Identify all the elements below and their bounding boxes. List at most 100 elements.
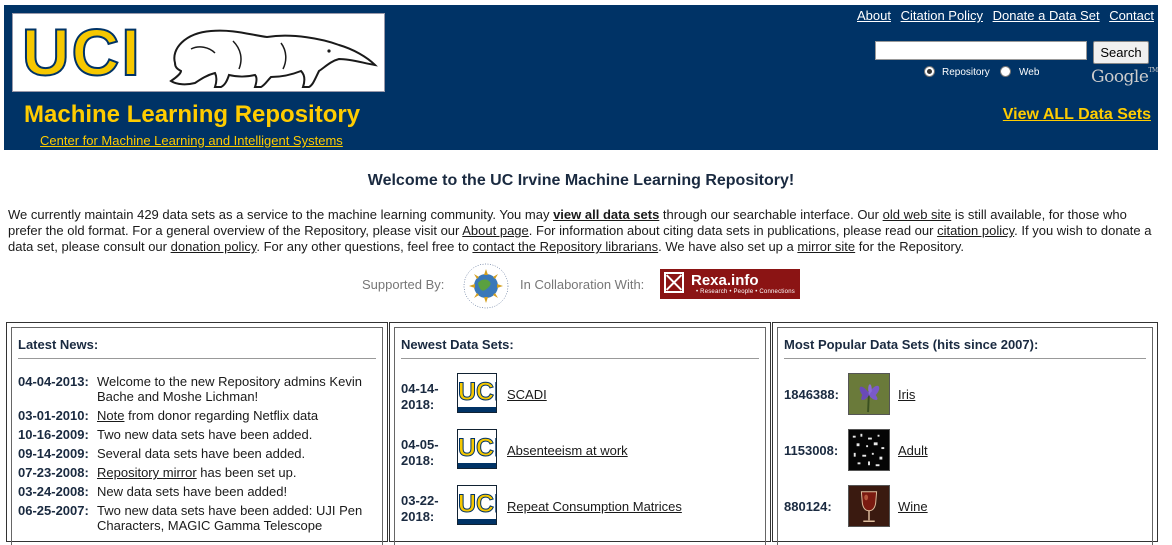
donate-link[interactable]: Donate a Data Set <box>993 8 1100 23</box>
view-all-data-sets-link[interactable]: view all data sets <box>553 207 659 222</box>
hit-count: 1846388: <box>784 387 839 402</box>
iris-flower-icon[interactable] <box>848 373 890 415</box>
panel-inner: Latest News: 04-04-2013: Welcome to the … <box>11 327 383 545</box>
uci-logo-text: UCI <box>21 15 142 89</box>
top-nav: About Citation Policy Donate a Data Set … <box>851 8 1154 23</box>
thumb-text: UCI <box>458 434 497 463</box>
news-text: from donor regarding Netflix data <box>124 408 319 423</box>
uci-thumbnail-icon[interactable]: UCI <box>457 429 497 469</box>
collaboration-label: In Collaboration With: <box>520 277 645 292</box>
panel-title: Most Popular Data Sets (hits since 2007)… <box>784 337 1039 352</box>
welcome-heading: Welcome to the UC Irvine Machine Learnin… <box>367 172 795 189</box>
supported-by-label: Supported By: <box>362 277 445 292</box>
google-logo-text: Google <box>1091 67 1149 87</box>
contact-link[interactable]: Contact <box>1109 8 1154 23</box>
repository-mirror-link[interactable]: Repository mirror <box>97 465 197 480</box>
popular-datasets-panel: Most Popular Data Sets (hits since 2007)… <box>772 322 1158 545</box>
search-input[interactable] <box>875 41 1087 60</box>
citation-policy-inline-link[interactable]: citation policy <box>937 223 1014 238</box>
newest-datasets-panel: Newest Data Sets: 04-14-2018: UCI SCADI … <box>389 322 771 545</box>
site-title: Machine Learning Repository <box>24 101 361 128</box>
citation-policy-link[interactable]: Citation Policy <box>901 8 983 23</box>
thumb-bar <box>458 407 496 412</box>
dataset-link[interactable]: Wine <box>898 499 928 514</box>
popular-row: 1153008: Adult <box>784 429 1144 473</box>
about-link[interactable]: About <box>857 8 891 23</box>
intro-text: We currently maintain 429 data sets as a… <box>8 207 554 222</box>
divider <box>18 358 376 359</box>
radio-repository[interactable] <box>924 66 935 77</box>
news-text: has been set up. <box>196 465 297 480</box>
panel-title: Latest News: <box>18 337 99 352</box>
dataset-link[interactable]: SCADI <box>507 387 547 402</box>
radio-web-label: Web <box>1019 67 1040 78</box>
google-logo: GoogleTM <box>1091 67 1158 87</box>
intro-text: . For information about citing data sets… <box>528 223 938 238</box>
dataset-row: 03-22-2018: UCI Repeat Consumption Matri… <box>401 485 761 529</box>
hit-count: 1153008: <box>784 443 839 458</box>
intro-text: . We have also set up a <box>658 239 798 254</box>
about-page-link[interactable]: About page <box>462 223 529 238</box>
adult-dataset-icon[interactable] <box>848 429 890 471</box>
thumb-text: UCI <box>458 490 497 519</box>
dataset-date: 04-14-2018: <box>401 381 439 412</box>
latest-news-panel: Latest News: 04-04-2013: Welcome to the … <box>6 322 388 545</box>
rexa-x-icon <box>664 272 684 293</box>
dataset-row: 04-05-2018: UCI Absenteeism at work <box>401 429 761 473</box>
old-web-site-link[interactable]: old web site <box>883 207 952 222</box>
subtitle-link[interactable]: Center for Machine Learning and Intellig… <box>40 133 343 148</box>
news-text: New data sets have been added! <box>97 484 288 499</box>
nsf-logo-icon[interactable] <box>461 261 511 311</box>
uci-logo[interactable]: UCI <box>12 13 385 92</box>
intro-paragraph: We currently maintain 429 data sets as a… <box>8 207 1154 255</box>
search-button[interactable]: Search <box>1093 41 1149 64</box>
rexa-logo[interactable]: Rexa.info • Research • People • Connecti… <box>660 269 800 299</box>
thumb-text: UCI <box>458 378 497 407</box>
wine-glass-icon[interactable] <box>848 485 890 527</box>
popular-row: 880124: Wine <box>784 485 1144 529</box>
uci-thumbnail-icon[interactable]: UCI <box>457 485 497 525</box>
news-text: Welcome to the new Repository admins Kev… <box>97 374 362 404</box>
netflix-note-link[interactable]: Note <box>97 408 124 423</box>
divider <box>784 358 1146 359</box>
dataset-link[interactable]: Absenteeism at work <box>507 443 628 458</box>
rexa-name: Rexa.info <box>691 272 759 289</box>
panel-inner: Most Popular Data Sets (hits since 2007)… <box>777 327 1153 545</box>
radio-repository-label: Repository <box>942 67 990 78</box>
radio-web[interactable] <box>1000 66 1011 77</box>
uci-thumbnail-icon[interactable]: UCI <box>457 373 497 413</box>
panel-inner: Newest Data Sets: 04-14-2018: UCI SCADI … <box>394 327 766 545</box>
news-text: Two new data sets have been added: UJI P… <box>97 503 363 533</box>
view-all-datasets-link[interactable]: View ALL Data Sets <box>1003 106 1151 124</box>
news-date: 04-04-2013: <box>18 374 89 389</box>
panel-title: Newest Data Sets: <box>401 337 514 352</box>
dataset-link[interactable]: Iris <box>898 387 915 402</box>
tm-mark: TM <box>1148 67 1158 74</box>
intro-text: . For any other questions, feel free to <box>256 239 473 254</box>
dataset-row: 04-14-2018: UCI SCADI <box>401 373 761 417</box>
news-date: 09-14-2009: <box>18 446 89 461</box>
contact-librarians-link[interactable]: contact the Repository librarians <box>472 239 658 254</box>
mirror-site-link[interactable]: mirror site <box>797 239 855 254</box>
dataset-date: 04-05-2018: <box>401 437 439 468</box>
news-text-wrap: Repository mirror has been set up. <box>97 465 377 480</box>
news-text-wrap: Note from donor regarding Netflix data <box>97 408 377 423</box>
news-text: Two new data sets have been added. <box>97 427 313 442</box>
divider <box>401 358 759 359</box>
news-date: 07-23-2008: <box>18 465 89 480</box>
rexa-tagline: • Research • People • Connections <box>696 289 795 295</box>
donation-policy-link[interactable]: donation policy <box>171 239 257 254</box>
news-text: Several data sets have been added. <box>97 446 306 461</box>
intro-text: through our searchable interface. Our <box>659 207 883 222</box>
dataset-link[interactable]: Adult <box>898 443 928 458</box>
intro-text: for the Repository. <box>855 239 965 254</box>
dataset-date: 03-22-2018: <box>401 493 439 524</box>
anteater-icon <box>169 29 378 88</box>
news-date: 06-25-2007: <box>18 503 89 518</box>
dataset-link[interactable]: Repeat Consumption Matrices <box>507 499 682 514</box>
thumb-bar <box>458 519 496 524</box>
news-date: 10-16-2009: <box>18 427 89 442</box>
hit-count: 880124: <box>784 499 832 514</box>
site-header: UCI Machine Learning Repository Center f… <box>4 5 1158 150</box>
news-date: 03-24-2008: <box>18 484 89 499</box>
